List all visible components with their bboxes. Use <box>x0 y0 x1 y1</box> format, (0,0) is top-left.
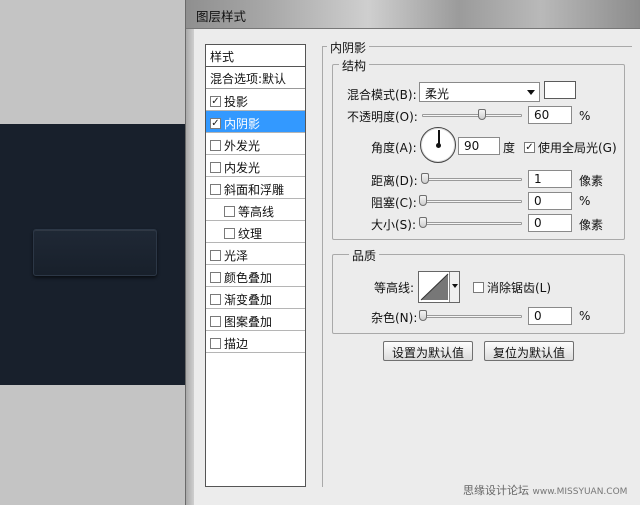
style-item-9[interactable]: 渐变叠加 <box>206 287 305 309</box>
choke-slider-track[interactable] <box>422 200 522 203</box>
angle-unit: 度 <box>503 141 516 155</box>
global-light-label: 使用全局光(G) <box>538 141 617 155</box>
style-item-label: 光泽 <box>224 248 249 263</box>
opacity-slider-track[interactable] <box>422 114 522 117</box>
canvas-button-shape <box>33 229 157 276</box>
opacity-input[interactable]: 60 <box>528 106 572 124</box>
style-item-checkbox[interactable] <box>210 95 221 107</box>
noise-unit: % <box>579 309 591 323</box>
angle-dial[interactable] <box>420 127 456 163</box>
style-item-label: 内阴影 <box>224 116 261 131</box>
style-item-checkbox[interactable] <box>210 161 221 173</box>
style-item-checkbox[interactable] <box>210 315 221 327</box>
choke-slider-thumb[interactable] <box>419 195 427 206</box>
distance-unit: 像素 <box>579 174 604 188</box>
noise-label: 杂色(N): <box>371 311 418 325</box>
blend-mode-label: 混合模式(B): <box>347 88 417 102</box>
distance-input[interactable]: 1 <box>528 170 572 188</box>
style-item-label: 投影 <box>224 94 249 109</box>
contour-dropdown-arrow[interactable] <box>449 272 459 302</box>
structure-title: 结构 <box>339 57 370 74</box>
style-item-label: 内发光 <box>224 160 261 175</box>
opacity-label: 不透明度(O): <box>347 110 418 124</box>
dialog-title: 图层样式 <box>196 9 247 24</box>
noise-input[interactable]: 0 <box>528 307 572 325</box>
noise-slider-track[interactable] <box>422 315 522 318</box>
size-slider-thumb[interactable] <box>419 217 427 228</box>
contour-label: 等高线: <box>374 281 415 295</box>
antialias-option[interactable]: 消除锯齿(L) <box>473 279 551 296</box>
style-item-3[interactable]: 内发光 <box>206 155 305 177</box>
style-list: 样式 混合选项:默认 投影内阴影外发光内发光斜面和浮雕等高线纹理光泽颜色叠加渐变… <box>205 44 306 487</box>
choke-label: 阻塞(C): <box>371 196 417 210</box>
style-item-checkbox[interactable] <box>224 205 235 217</box>
style-item-5[interactable]: 等高线 <box>206 199 305 221</box>
style-item-label: 颜色叠加 <box>224 270 273 285</box>
blend-options-item[interactable]: 混合选项:默认 <box>206 67 305 89</box>
global-light-option[interactable]: 使用全局光(G) <box>524 139 617 156</box>
style-item-checkbox[interactable] <box>210 183 221 195</box>
opacity-unit: % <box>579 109 591 123</box>
style-item-label: 纹理 <box>238 226 263 241</box>
choke-input[interactable]: 0 <box>528 192 572 210</box>
style-item-6[interactable]: 纹理 <box>206 221 305 243</box>
opacity-slider-thumb[interactable] <box>478 109 486 120</box>
style-item-checkbox[interactable] <box>210 139 221 151</box>
style-item-label: 图案叠加 <box>224 314 273 329</box>
contour-preview-icon <box>420 273 449 301</box>
contour-picker[interactable] <box>418 271 460 303</box>
watermark-text: 思缘设计论坛 <box>463 484 529 497</box>
style-item-checkbox[interactable] <box>224 227 235 239</box>
style-item-7[interactable]: 光泽 <box>206 243 305 265</box>
watermark-url: www.MISSYUAN.COM <box>532 487 628 497</box>
distance-slider-thumb[interactable] <box>421 173 429 184</box>
size-slider-track[interactable] <box>422 222 522 225</box>
distance-slider-track[interactable] <box>422 178 522 181</box>
set-default-button[interactable]: 设置为默认值 <box>383 341 473 361</box>
style-item-4[interactable]: 斜面和浮雕 <box>206 177 305 199</box>
quality-title: 品质 <box>349 247 380 264</box>
style-item-checkbox[interactable] <box>210 271 221 283</box>
reset-default-button[interactable]: 复位为默认值 <box>484 341 574 361</box>
style-item-8[interactable]: 颜色叠加 <box>206 265 305 287</box>
angle-center <box>436 143 441 148</box>
size-input[interactable]: 0 <box>528 214 572 232</box>
blend-color-swatch[interactable] <box>544 81 576 99</box>
distance-label: 距离(D): <box>371 174 418 188</box>
style-item-0[interactable]: 投影 <box>206 89 305 111</box>
choke-unit: % <box>579 194 591 208</box>
size-unit: 像素 <box>579 218 604 232</box>
watermark: 思缘设计论坛 www.MISSYUAN.COM <box>463 482 627 498</box>
style-item-label: 等高线 <box>238 204 275 219</box>
size-label: 大小(S): <box>371 218 417 232</box>
style-item-label: 斜面和浮雕 <box>224 182 285 197</box>
style-item-label: 渐变叠加 <box>224 292 273 307</box>
layer-style-dialog: 图层样式 样式 混合选项:默认 投影内阴影外发光内发光斜面和浮雕等高线纹理光泽颜… <box>185 0 640 505</box>
angle-label: 角度(A): <box>371 141 417 155</box>
noise-slider-thumb[interactable] <box>419 310 427 321</box>
style-item-10[interactable]: 图案叠加 <box>206 309 305 331</box>
dialog-frame <box>186 29 194 505</box>
style-item-label: 外发光 <box>224 138 261 153</box>
style-item-11[interactable]: 描边 <box>206 331 305 353</box>
style-item-label: 描边 <box>224 336 249 351</box>
blend-mode-value: 柔光 <box>425 87 450 101</box>
style-item-checkbox[interactable] <box>210 337 221 349</box>
style-item-2[interactable]: 外发光 <box>206 133 305 155</box>
style-item-1[interactable]: 内阴影 <box>206 111 305 133</box>
style-item-checkbox[interactable] <box>210 293 221 305</box>
style-list-header[interactable]: 样式 <box>206 45 305 67</box>
blend-mode-select[interactable]: 柔光 <box>419 82 540 102</box>
style-item-checkbox[interactable] <box>210 249 221 261</box>
antialias-checkbox[interactable] <box>473 282 484 293</box>
antialias-label: 消除锯齿(L) <box>487 281 552 295</box>
style-item-checkbox[interactable] <box>210 117 221 129</box>
angle-input[interactable]: 90 <box>458 137 500 155</box>
chevron-down-icon <box>527 90 535 95</box>
global-light-checkbox[interactable] <box>524 142 535 153</box>
dialog-titlebar[interactable]: 图层样式 <box>186 0 640 29</box>
panel-title: 内阴影 <box>327 39 370 56</box>
